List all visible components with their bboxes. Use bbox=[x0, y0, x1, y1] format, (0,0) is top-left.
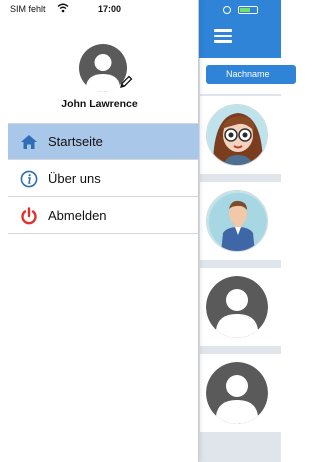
edit-pencil-icon[interactable] bbox=[118, 74, 134, 90]
placeholder-avatar bbox=[206, 362, 268, 424]
male-cartoon-avatar bbox=[206, 190, 268, 252]
home-icon bbox=[21, 135, 37, 149]
status-bar: SIM fehlt 17:00 bbox=[0, 0, 199, 18]
menu-item-startseite[interactable]: Startseite bbox=[8, 124, 199, 160]
status-bar-right bbox=[210, 4, 281, 16]
location-icon bbox=[223, 6, 231, 14]
menu-label: Abmelden bbox=[48, 208, 107, 223]
side-drawer: SIM fehlt 17:00 John Lawrence Startseite… bbox=[0, 0, 199, 462]
sort-by-lastname-button[interactable]: Nachname bbox=[206, 65, 296, 84]
menu-label: Startseite bbox=[48, 134, 103, 149]
menu-item-abmelden[interactable]: Abmelden bbox=[8, 198, 199, 234]
placeholder-avatar bbox=[206, 276, 268, 338]
battery-icon bbox=[238, 6, 258, 14]
info-icon bbox=[20, 170, 38, 188]
power-icon bbox=[21, 207, 37, 225]
female-cartoon-avatar bbox=[206, 104, 268, 166]
profile-name: John Lawrence bbox=[61, 98, 138, 110]
hamburger-menu-icon[interactable] bbox=[214, 29, 232, 43]
menu-item-ueber-uns[interactable]: Über uns bbox=[8, 161, 199, 197]
menu-label: Über uns bbox=[48, 171, 101, 186]
status-clock: 17:00 bbox=[97, 4, 122, 14]
